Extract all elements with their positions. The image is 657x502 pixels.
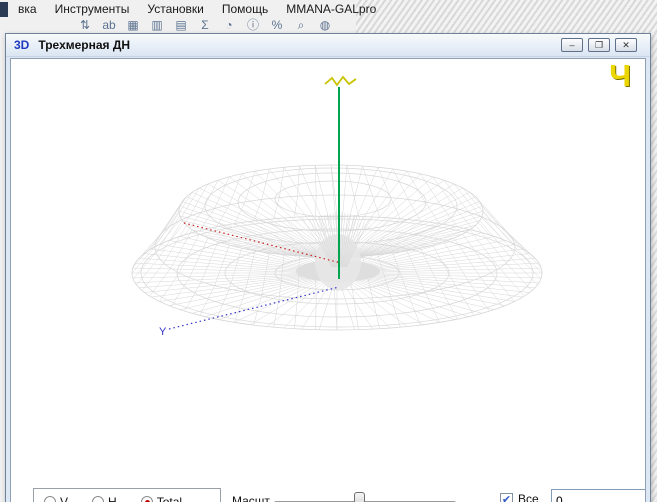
menu-item-mmana-galpro[interactable]: MMANA-GALpro: [277, 2, 385, 16]
window-3d-badge: 3D: [14, 38, 30, 52]
radio-total[interactable]: Total: [140, 495, 183, 502]
document-icon[interactable]: ▤: [174, 18, 188, 32]
sort-arrows-icon[interactable]: ⇅: [78, 18, 92, 32]
menubar: вка Инструменты Установки Помощь MMANA-G…: [0, 0, 385, 18]
sigma-icon[interactable]: Σ: [198, 18, 212, 32]
radio-v-label: V: [60, 495, 69, 502]
all-checkbox-box[interactable]: ✔: [500, 492, 513, 502]
menu-item-edit[interactable]: вка: [9, 2, 46, 16]
pattern-3d-window: 3D Трехмерная ДН – ❐ ✕ Y Ч V H Total Мас…: [5, 33, 651, 502]
radio-v-circle: [44, 496, 56, 502]
search-icon[interactable]: ⌕: [294, 18, 308, 32]
radio-h-label: H: [108, 495, 117, 502]
all-checkbox-label: Все: [518, 492, 539, 502]
minimize-button[interactable]: –: [561, 38, 583, 52]
titlebar[interactable]: 3D Трехмерная ДН – ❐ ✕: [6, 34, 650, 57]
background-pattern-right: [651, 33, 657, 502]
rows-icon[interactable]: ▥: [150, 18, 164, 32]
polarization-radio-panel: V H Total: [33, 488, 221, 502]
menu-item-settings[interactable]: Установки: [138, 2, 212, 16]
bottom-controls: V H Total Масшт. ✔ Все 0: [11, 486, 645, 502]
screen: вка Инструменты Установки Помощь MMANA-G…: [0, 0, 657, 502]
background-pattern-top: [356, 0, 657, 33]
corner-label: Ч: [609, 58, 631, 93]
radio-total-label: Total: [156, 495, 183, 502]
plot-client-area: Y Ч V H Total Масшт. ✔ Все 0: [10, 58, 646, 502]
letters-icon[interactable]: ab: [102, 18, 116, 32]
radio-h-circle: [92, 496, 105, 502]
window-buttons: – ❐ ✕: [561, 38, 637, 52]
scale-slider-thumb[interactable]: [354, 492, 366, 502]
percent-icon[interactable]: %: [270, 18, 284, 32]
info-icon[interactable]: ⓘ: [246, 18, 260, 32]
radiation-pattern-plot[interactable]: Y: [11, 59, 646, 502]
radio-total-circle: [140, 496, 153, 502]
radio-v[interactable]: V: [44, 495, 68, 502]
menu-item-instruments[interactable]: Инструменты: [46, 2, 139, 16]
value-input[interactable]: [551, 489, 645, 502]
all-checkbox[interactable]: ✔ Все: [500, 492, 539, 502]
window-title: Трехмерная ДН: [38, 38, 131, 52]
grid-icon[interactable]: ▦: [126, 18, 140, 32]
app-icon: [0, 1, 8, 17]
menu-item-help[interactable]: Помощь: [213, 2, 277, 16]
scale-slider[interactable]: [274, 488, 456, 502]
scale-label: Масшт.: [232, 494, 272, 502]
close-button[interactable]: ✕: [615, 38, 637, 52]
restore-button[interactable]: ❐: [588, 38, 610, 52]
clock-icon[interactable]: ◔: [222, 18, 236, 32]
toolbar: ⇅ ab ▦ ▥ ▤ Σ ◔ ⓘ % ⌕ ◍: [78, 17, 332, 33]
svg-text:Y: Y: [159, 326, 167, 338]
globe-icon[interactable]: ◍: [318, 18, 332, 32]
radio-h[interactable]: H: [92, 495, 117, 502]
